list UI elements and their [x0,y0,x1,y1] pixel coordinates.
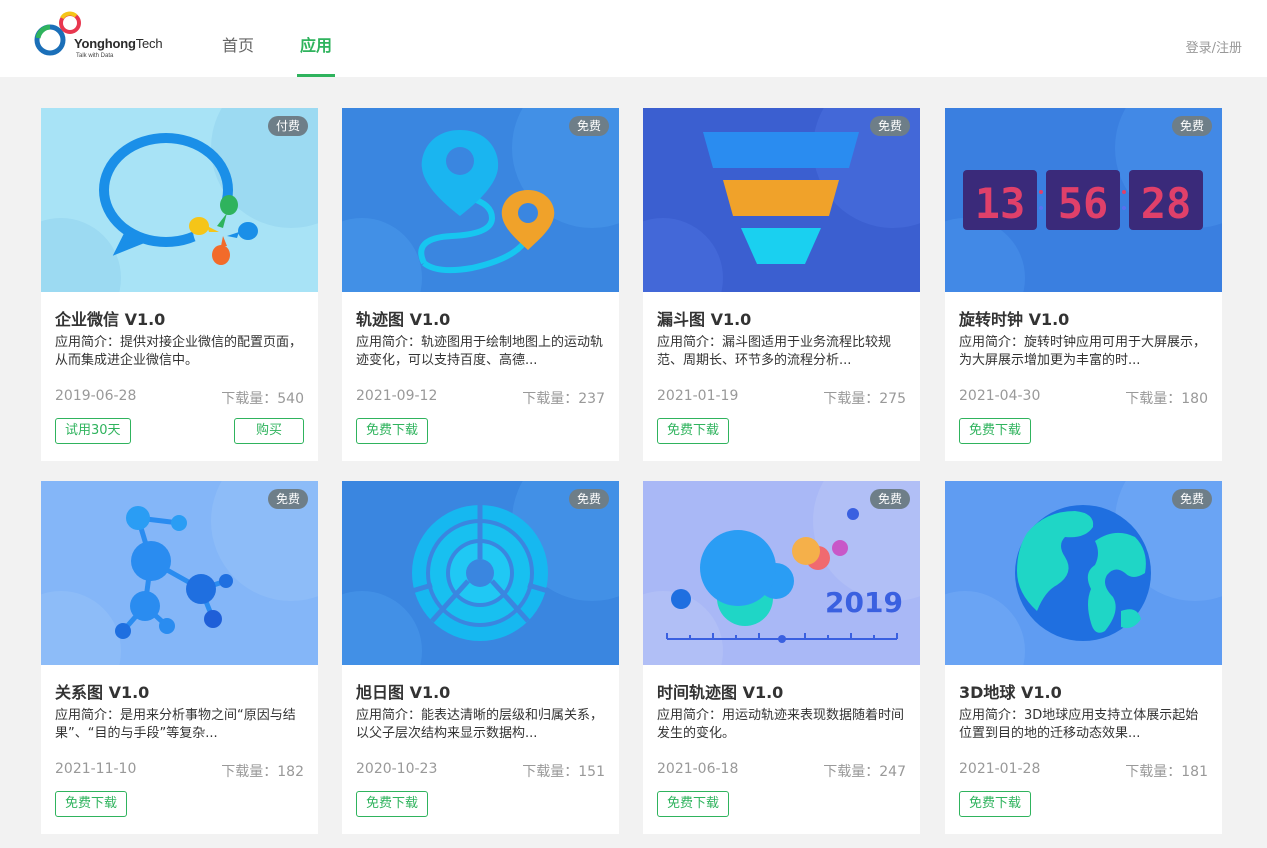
card-date: 2021-11-10 [55,761,137,777]
trial-30-days-button[interactable]: 试用30天 [55,418,131,444]
card-title[interactable]: 企业微信 V1.0 [55,306,165,330]
card-title[interactable]: 3D地球 V1.0 [959,679,1062,703]
card-date: 2021-06-18 [657,761,739,777]
year-label: 2019 [825,586,903,619]
card-download-count: 下载量：540 [221,391,304,407]
card-download-count: 下载量：180 [1125,391,1208,407]
free-badge: 免费 [1171,489,1212,509]
top-header: YonghongTech Talk with Data 首页 应用 登录/注册 [0,0,1267,77]
card-description: 应用简介：漏斗图适用于业务流程比较规范、周期长、环节多的流程分析... [657,335,892,368]
card-download-count: 下载量：275 [823,391,906,407]
free-download-button[interactable]: 免费下载 [959,418,1032,444]
free-download-button[interactable]: 免费下载 [55,791,128,817]
card-title[interactable]: 旭日图 V1.0 [356,679,450,703]
yonghong-logo[interactable]: YonghongTech Talk with Data [32,8,163,64]
clock-seconds: 28 [1141,179,1192,228]
card-thumbnail: 付费 [41,108,318,292]
free-download-button[interactable]: 免费下载 [356,418,429,444]
card-title[interactable]: 漏斗图 V1.0 [657,306,751,330]
card-thumbnail: 免费 [945,481,1222,665]
card-title[interactable]: 旋转时钟 V1.0 [959,306,1069,330]
card-download-count: 下载量：151 [522,764,605,780]
card-thumbnail: 免费 [342,481,619,665]
card-date: 2020-10-23 [356,761,438,777]
card-thumbnail: 免费 [643,108,920,292]
login-register-link[interactable]: 登录/注册 [1186,37,1242,56]
free-download-button[interactable]: 免费下载 [959,791,1032,817]
logo-name: YonghongTech [74,36,163,51]
free-badge: 免费 [267,489,308,509]
nav-apps[interactable]: 应用 [300,32,332,56]
card-description: 应用简介：用运动轨迹来表现数据随着时间发生的变化。 [657,708,905,741]
card-download-count: 下载量：237 [522,391,605,407]
app-card-relationship[interactable]: 免费 关系图 V1.0 应用简介：是用来分析事物之间“原因与结果”、“目的与手段… [41,481,318,834]
card-date: 2021-04-30 [959,388,1041,404]
nav-active-indicator [297,74,335,77]
card-title[interactable]: 关系图 V1.0 [55,679,149,703]
logo-tagline: Talk with Data [76,53,114,59]
card-thumbnail: 免费 [342,108,619,292]
app-card-sunburst[interactable]: 免费 旭日图 V1.0 应用简介：能表达清晰的层级和归属关系，以父子层次结构来显… [342,481,619,834]
app-card-trajectory[interactable]: 免费 轨迹图 V1.0 应用简介：轨迹图用于绘制地图上的运动轨迹变化，可以支持百… [342,108,619,461]
card-thumbnail: 13 56 28 免费 [945,108,1222,292]
free-badge: 免费 [1171,116,1212,136]
card-description: 应用简介：旋转时钟应用可用于大屏展示，为大屏展示增加更为丰富的时... [959,335,1207,368]
free-download-button[interactable]: 免费下载 [657,418,730,444]
card-description: 应用简介：是用来分析事物之间“原因与结果”、“目的与手段”等复杂... [55,708,296,741]
card-description: 应用简介：轨迹图用于绘制地图上的运动轨迹变化，可以支持百度、高德... [356,335,604,368]
buy-button[interactable]: 购买 [234,418,304,444]
card-date: 2021-01-28 [959,761,1041,777]
paid-badge: 付费 [267,116,308,136]
card-download-count: 下载量：181 [1125,764,1208,780]
clock-hours: 13 [975,179,1026,228]
card-date: 2021-09-12 [356,388,438,404]
free-download-button[interactable]: 免费下载 [356,791,429,817]
card-download-count: 下载量：182 [221,764,304,780]
app-card-clock[interactable]: 13 56 28 免费 旋转时钟 V1.0 应用简介：旋转时钟应用可用于大屏展示… [945,108,1222,461]
nav-home[interactable]: 首页 [222,32,254,56]
card-title[interactable]: 轨迹图 V1.0 [356,306,450,330]
app-card-3d-globe[interactable]: 免费 3D地球 V1.0 应用简介：3D地球应用支持立体展示起始位置到目的地的迁… [945,481,1222,834]
card-download-count: 下载量：247 [823,764,906,780]
card-title[interactable]: 时间轨迹图 V1.0 [657,679,783,703]
app-card-wechat-work[interactable]: 付费 企业微信 V1.0 应用简介：提供对接企业微信的配置页面，从而集成进企业微… [41,108,318,461]
card-date: 2021-01-19 [657,388,739,404]
free-badge: 免费 [869,489,910,509]
card-date: 2019-06-28 [55,388,137,404]
app-card-funnel[interactable]: 免费 漏斗图 V1.0 应用简介：漏斗图适用于业务流程比较规范、周期长、环节多的… [643,108,920,461]
app-card-time-trajectory[interactable]: 2019 免费 时间轨迹图 V1.0 应用简介：用运动轨迹来表现数据随着时间发生… [643,481,920,834]
card-description: 应用简介：3D地球应用支持立体展示起始位置到目的地的迁移动态效果... [959,708,1199,741]
card-thumbnail: 免费 [41,481,318,665]
free-badge: 免费 [568,116,609,136]
free-download-button[interactable]: 免费下载 [657,791,730,817]
card-description: 应用简介：能表达清晰的层级和归属关系，以父子层次结构来显示数据构... [356,708,604,741]
card-thumbnail: 2019 免费 [643,481,920,665]
free-badge: 免费 [568,489,609,509]
clock-minutes: 56 [1058,179,1109,228]
free-badge: 免费 [869,116,910,136]
card-description: 应用简介：提供对接企业微信的配置页面，从而集成进企业微信中。 [55,335,303,368]
